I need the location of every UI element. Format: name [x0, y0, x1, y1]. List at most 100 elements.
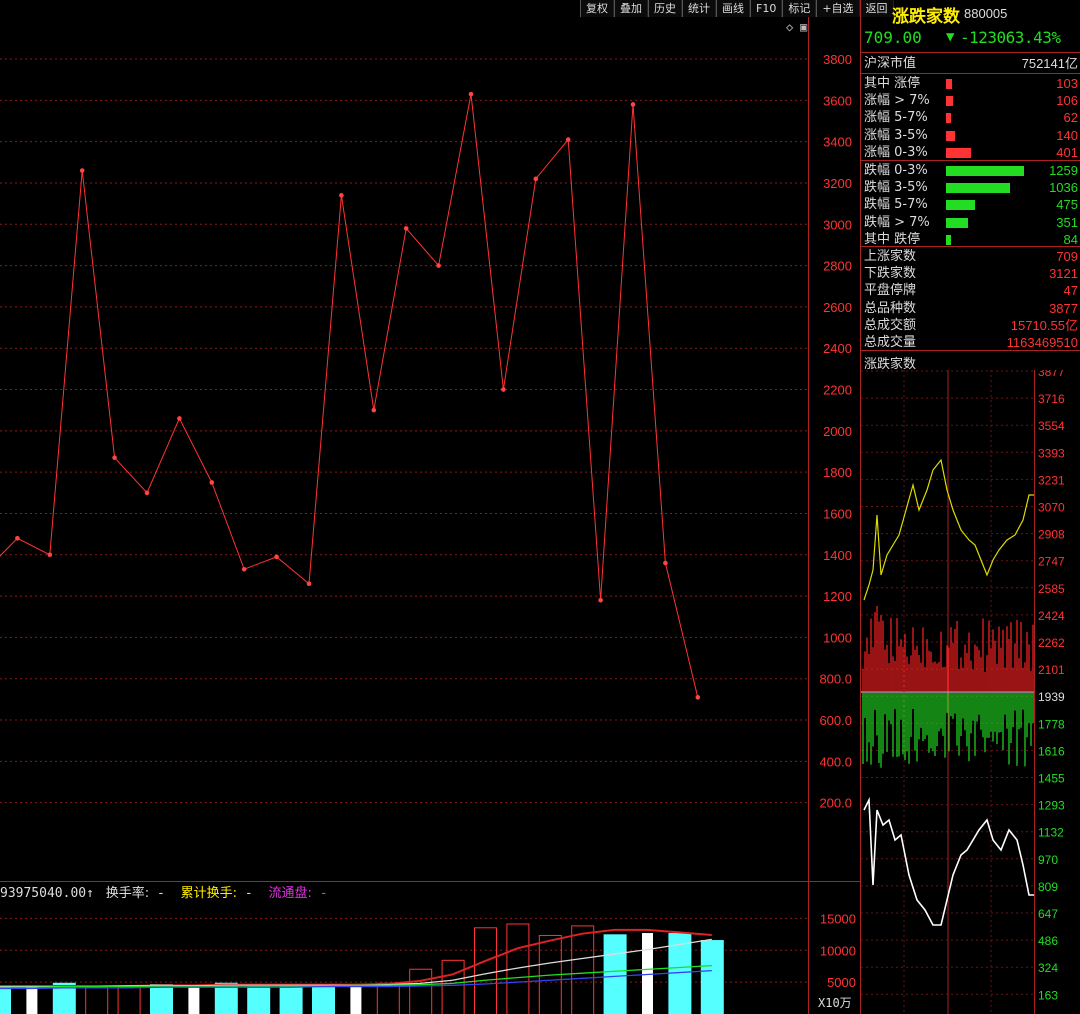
stat-row: 跌幅 3-5% 1036: [864, 179, 1078, 196]
toolbar-button[interactable]: +自选: [816, 0, 860, 17]
stat-value: 106: [1056, 93, 1078, 109]
stat-value: 1036: [1049, 180, 1078, 196]
data-point: [339, 193, 344, 198]
volume-bar: [474, 927, 497, 1014]
mini-tick-label: 2101: [1038, 663, 1065, 677]
security-code: 880005: [964, 6, 1008, 21]
toolbar-button[interactable]: 标记: [782, 0, 817, 17]
volume-bar: [700, 940, 724, 1014]
toolbar-button[interactable]: 复权: [580, 0, 614, 17]
stat-value: 475: [1056, 197, 1078, 213]
toolbar-button[interactable]: F10: [750, 0, 783, 17]
stat-label: 涨幅 3-5%: [864, 127, 928, 143]
toolbar-button[interactable]: 统计: [682, 0, 716, 17]
stat-label: 跌幅 3-5%: [864, 180, 928, 196]
stat-value: 1259: [1049, 163, 1078, 178]
data-point: [533, 176, 539, 182]
mini-tick-label: 2908: [1038, 528, 1065, 542]
y-tick-label: 200.0: [819, 796, 852, 811]
toolbar-button[interactable]: 画线: [716, 0, 750, 17]
cum-turnover-value: -: [244, 886, 253, 901]
stat-row: 涨幅 0-3% 401: [864, 144, 1078, 161]
stat-value: 351: [1056, 214, 1078, 230]
data-point: [371, 407, 377, 413]
data-point: [112, 455, 117, 460]
volume-bar: [85, 986, 109, 1014]
stat-label: 跌幅 5-7%: [864, 197, 928, 213]
y-tick-label: 2200: [823, 383, 852, 398]
volume-bar: [441, 959, 465, 1014]
y-tick-label: 3800: [823, 52, 852, 67]
mini-tick-label: 809: [1038, 880, 1058, 894]
data-point: [630, 102, 636, 107]
stat-row: 跌幅 0-3% 1259: [864, 162, 1078, 179]
mini-tick-label: 2747: [1038, 555, 1065, 569]
stat-label: 总成交量: [864, 335, 917, 350]
volume-unit: X10万: [818, 996, 852, 1010]
stat-row: 涨幅 > 7% 106: [864, 92, 1078, 109]
stat-bar: [946, 234, 952, 245]
stat-label: 平盘停牌: [864, 283, 917, 299]
volume-tick-label: 5000: [827, 975, 856, 990]
mini-tick-label: 1293: [1038, 799, 1065, 813]
y-tick-label: 1000: [823, 630, 852, 645]
data-point: [663, 560, 668, 566]
volume-tick-label: 10000: [820, 943, 856, 958]
stat-row: 总成交量 1163469510: [864, 334, 1078, 351]
y-tick-label: 800.0: [819, 672, 852, 687]
stat-label: 涨幅 5-7%: [864, 110, 928, 126]
security-name: 涨跌家数: [892, 7, 960, 27]
stat-bar: [946, 183, 1011, 194]
down-arrow-icon: ▼: [946, 29, 955, 45]
y-tick-label: 3000: [823, 217, 852, 232]
turnover-value: -: [156, 886, 165, 901]
y-tick-label: 2400: [823, 341, 852, 356]
stat-label: 总成交额: [864, 317, 917, 333]
market-cap-row: 沪深市值 752141亿: [864, 55, 1078, 72]
stat-row: 总品种数 3877: [864, 300, 1078, 317]
volume-info: 93975040.00↑ 换手率: - 累计换手: - 流通盘: -: [0, 882, 328, 901]
main-chart: ◇ ▣ 3800 3600 3400 3200 3000 2800 2600 2400 2200 20…: [0, 17, 860, 1014]
mini-tick-label: 3393: [1038, 446, 1065, 460]
mini-tick-label: 2262: [1038, 636, 1065, 650]
y-tick-label: 3600: [823, 93, 852, 108]
data-point: [695, 695, 701, 700]
y-tick-label: 400.0: [819, 754, 852, 769]
stat-label: 涨幅 > 7%: [864, 93, 930, 109]
stat-label: 总品种数: [864, 300, 917, 316]
mini-tick-label: 3231: [1038, 473, 1065, 487]
stat-value: 15710.55亿: [1010, 317, 1078, 333]
y-tick-label: 1600: [823, 506, 852, 521]
data-point: [565, 137, 571, 142]
data-point: [241, 566, 247, 572]
stat-value: 62: [1063, 110, 1078, 126]
y-tick-label: 600.0: [819, 713, 852, 728]
mini-tick-label: 647: [1038, 907, 1058, 921]
data-point: [47, 552, 53, 558]
data-point: [274, 554, 279, 560]
y-tick-label: 1200: [823, 589, 852, 604]
stat-row: 下跌家数 3121: [864, 265, 1078, 282]
toolbar: 复权 叠加 历史 统计 画线 F10 标记 +自选 返回: [580, 0, 894, 17]
mini-tick-label: 1132: [1038, 826, 1064, 840]
stat-value: 709: [1056, 249, 1078, 264]
volume-bar: [279, 986, 303, 1014]
stat-row: 涨幅 5-7% 62: [864, 109, 1078, 126]
stat-value: 140: [1056, 127, 1078, 143]
volume-bar: [642, 933, 653, 1014]
stat-row: 总成交额 15710.55亿: [864, 317, 1078, 334]
divider: [861, 52, 1080, 53]
volume-bar: [409, 968, 433, 1014]
market-cap-label: 沪深市值: [864, 56, 917, 71]
mini-tick-label: 2585: [1038, 582, 1065, 596]
data-point: [79, 168, 85, 173]
toolbar-button[interactable]: 叠加: [614, 0, 648, 17]
mini-chart: 3877 3716 3554 3393 3231 3070 2908 2747 2585 2424…: [861, 370, 1065, 1014]
y-tick-label: 2800: [823, 259, 852, 274]
y-tick-label: 2600: [823, 300, 852, 315]
divider: [861, 350, 1080, 351]
mini-tick-label: 486: [1038, 934, 1058, 948]
y-tick-label: 3400: [823, 135, 852, 150]
toolbar-button[interactable]: 历史: [648, 0, 682, 17]
stat-bar: [946, 166, 1024, 176]
